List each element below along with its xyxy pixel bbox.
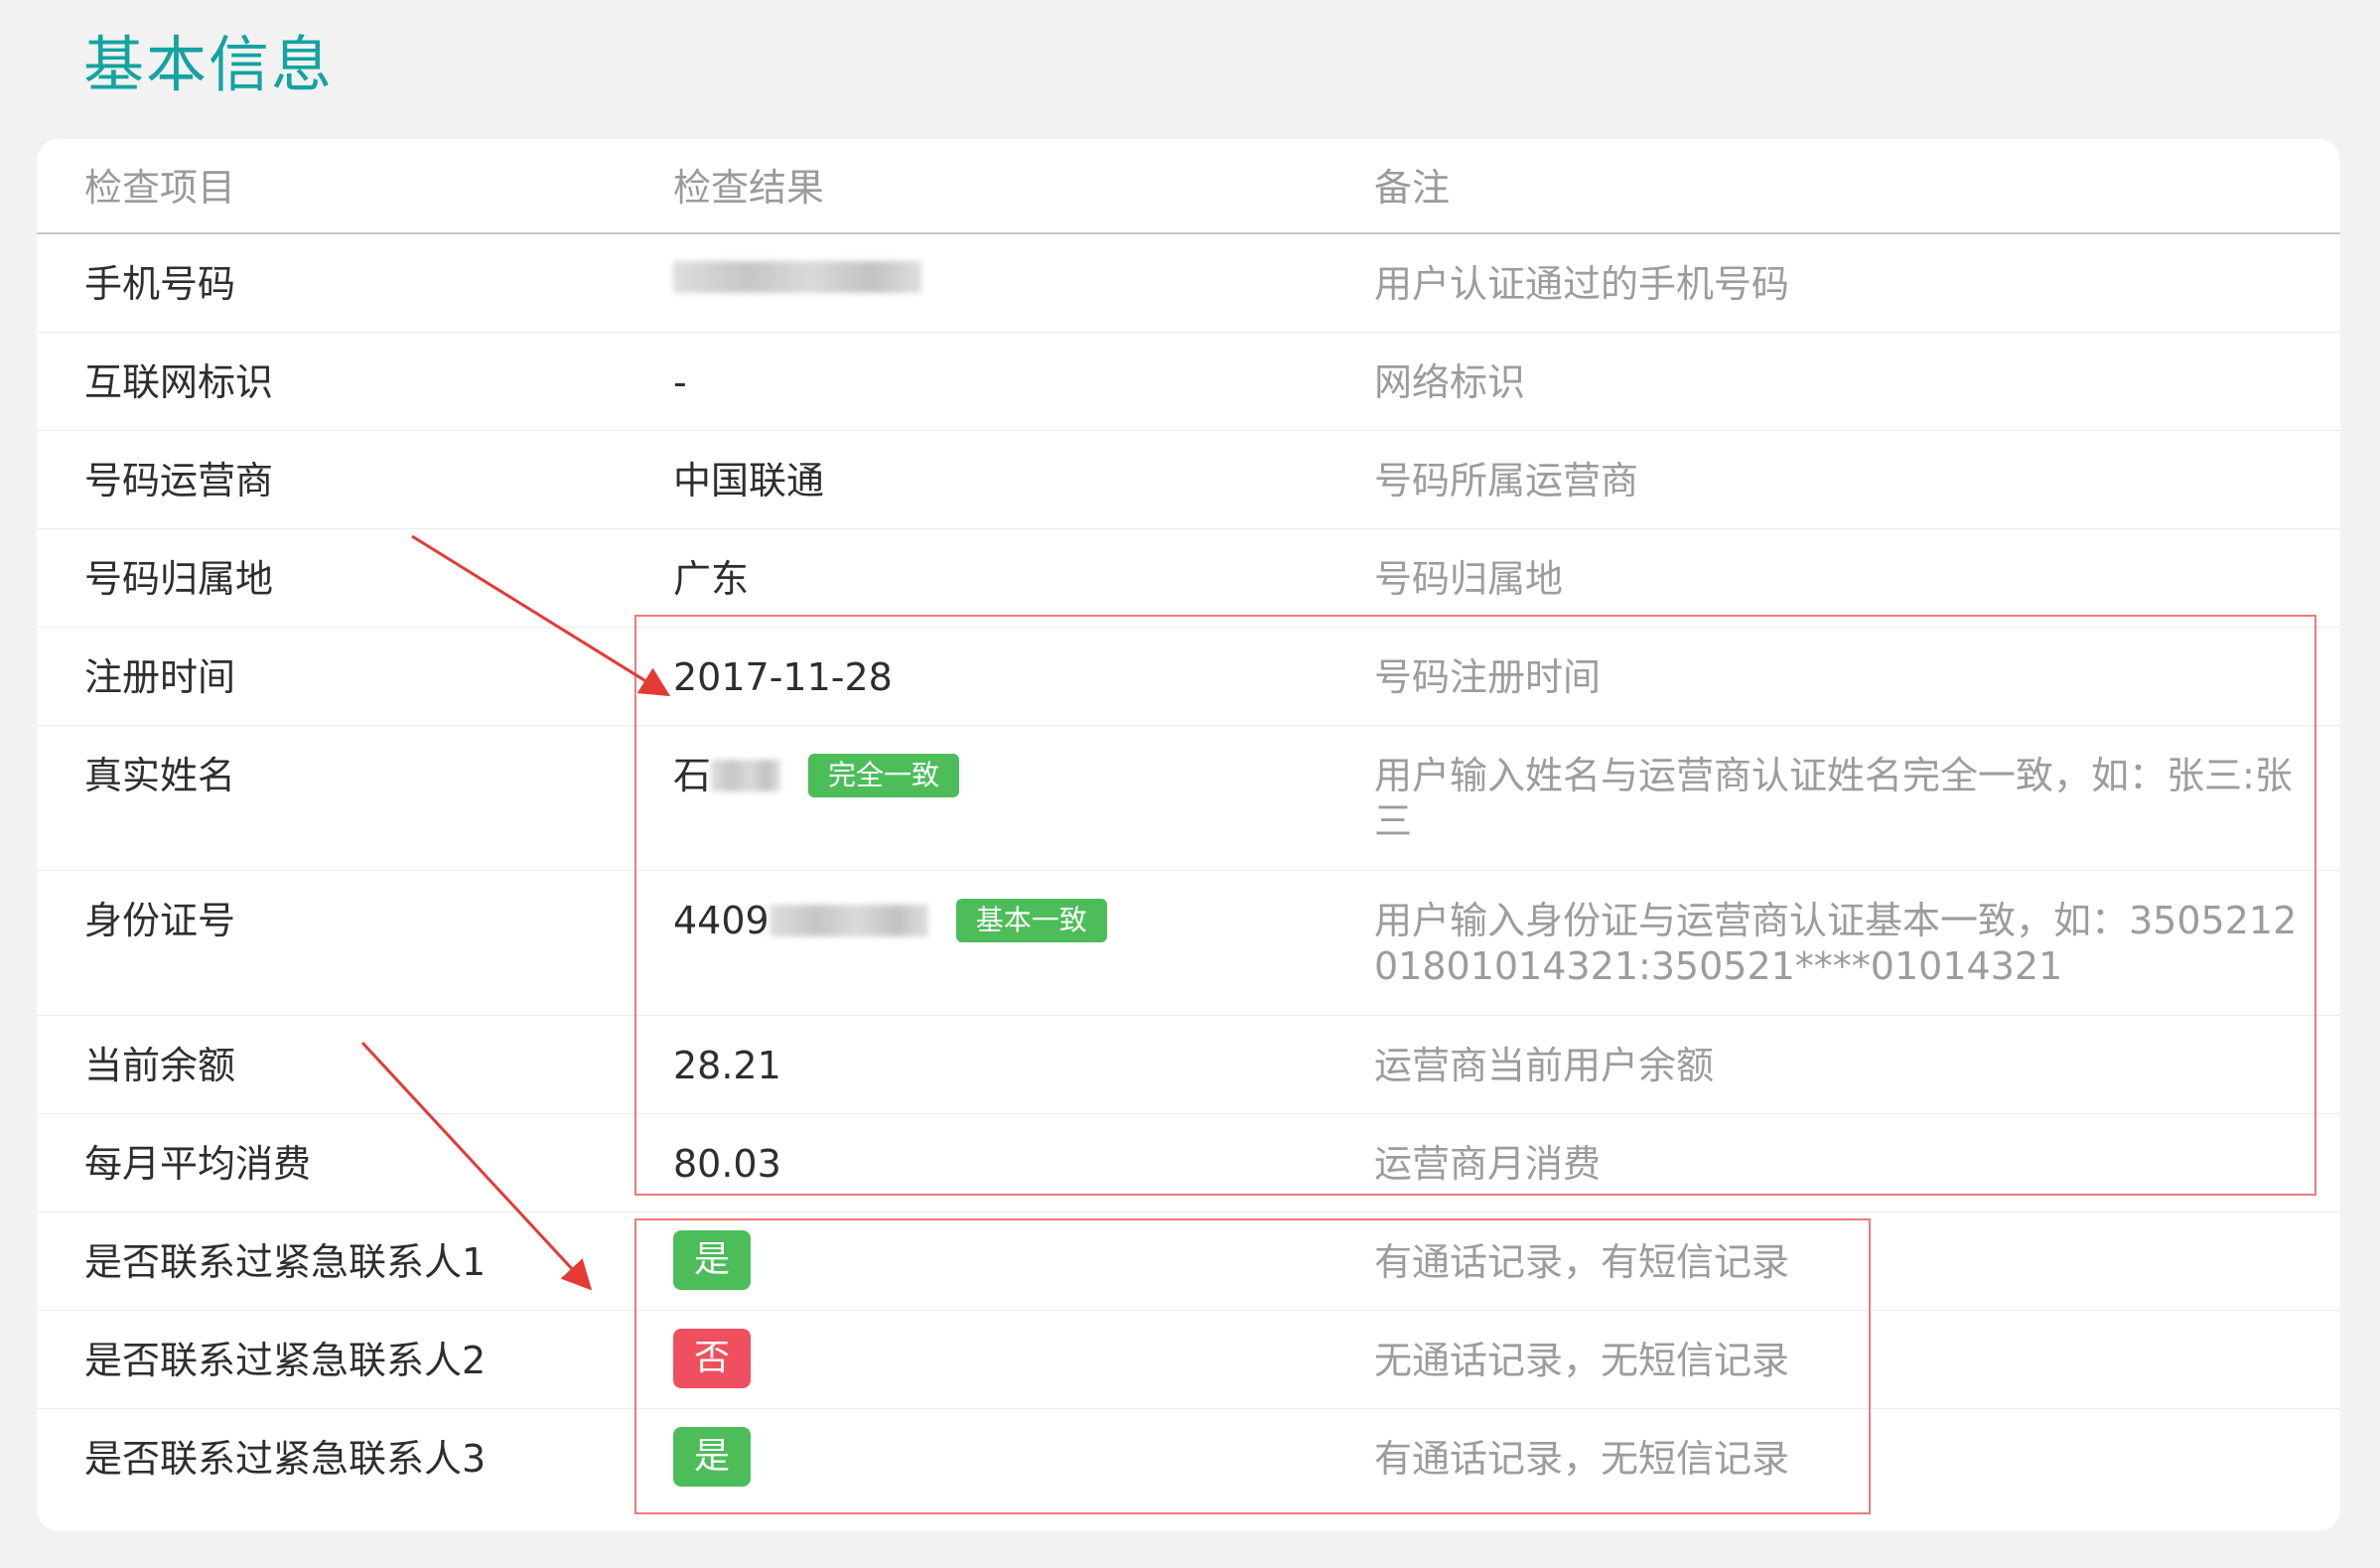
table-row: 注册时间 2017-11-28 号码注册时间: [37, 628, 2340, 726]
row-result: 中国联通: [673, 459, 825, 502]
table-row: 是否联系过紧急联系人3 是 有通话记录，无短信记录: [37, 1409, 2340, 1507]
row-note: 有通话记录，无短信记录: [1374, 1437, 1790, 1481]
row-result: 是: [673, 1427, 751, 1487]
row-result: -: [673, 360, 687, 404]
match-status-badge: 完全一致: [808, 754, 960, 797]
contact-status-yes-badge: 是: [673, 1427, 751, 1487]
row-note: 用户输入姓名与运营商认证姓名完全一致，如：张三:张三: [1374, 754, 2293, 843]
row-result: 2017-11-28: [673, 655, 893, 699]
row-item-label: 互联网标识: [84, 360, 274, 404]
table-row: 是否联系过紧急联系人2 否 无通话记录，无短信记录: [37, 1311, 2340, 1409]
row-result: 80.03: [673, 1142, 781, 1186]
row-result: 石 完全一致: [673, 753, 960, 798]
table-row: 互联网标识 - 网络标识: [37, 333, 2340, 431]
section-title: 基本信息: [83, 30, 335, 100]
row-item-label: 身份证号: [84, 899, 236, 942]
row-note: 号码所属运营商: [1374, 459, 1639, 502]
redacted-phone-number: [673, 261, 921, 293]
row-item-label: 是否联系过紧急联系人3: [84, 1437, 487, 1481]
row-note: 运营商当前用户余额: [1374, 1044, 1715, 1087]
row-note: 有通话记录，有短信记录: [1374, 1240, 1790, 1284]
row-note: 号码注册时间: [1374, 655, 1602, 699]
row-result: 28.21: [673, 1044, 781, 1087]
row-note: 用户认证通过的手机号码: [1374, 262, 1790, 306]
row-note: 号码归属地: [1374, 557, 1564, 601]
row-item-label: 是否联系过紧急联系人2: [84, 1339, 487, 1382]
table-row: 当前余额 28.21 运营商当前用户余额: [37, 1016, 2340, 1114]
table-row: 真实姓名 石 完全一致 用户输入姓名与运营商认证姓名完全一致，如：张三:张三: [37, 726, 2340, 871]
table-row: 号码归属地 广东 号码归属地: [37, 529, 2340, 628]
table-row: 身份证号 4409 基本一致 用户输入身份证与运营商认证基本一致，如：35052…: [37, 871, 2340, 1016]
row-result: 是: [673, 1230, 751, 1290]
row-note: 用户输入身份证与运营商认证基本一致，如：350521201801014321:3…: [1374, 899, 2298, 988]
row-item-label: 每月平均消费: [84, 1142, 312, 1186]
row-note: 网络标识: [1374, 360, 1526, 404]
column-header-check-item: 检查项目: [84, 166, 236, 210]
row-item-label: 号码归属地: [84, 557, 274, 601]
row-item-label: 注册时间: [84, 655, 236, 699]
row-result: 广东: [673, 557, 750, 601]
table-header: 检查项目 检查结果 备注: [37, 139, 2340, 234]
basic-info-table: 检查项目 检查结果 备注 手机号码 用户认证通过的手机号码 互联网标识 - 网络…: [37, 139, 2340, 1531]
column-header-remark: 备注: [1374, 166, 1451, 210]
row-note: 运营商月消费: [1374, 1142, 1602, 1186]
column-header-check-result: 检查结果: [673, 166, 825, 210]
row-item-label: 当前余额: [84, 1044, 236, 1087]
table-row: 是否联系过紧急联系人1 是 有通话记录，有短信记录: [37, 1212, 2340, 1311]
row-item-label: 手机号码: [84, 262, 236, 306]
contact-status-yes-badge: 是: [673, 1230, 751, 1290]
row-item-label: 真实姓名: [84, 754, 236, 797]
table-row: 手机号码 用户认证通过的手机号码: [37, 234, 2340, 333]
row-result: 否: [673, 1329, 751, 1388]
redacted-id-number: [769, 905, 928, 936]
row-note: 无通话记录，无短信记录: [1374, 1339, 1790, 1382]
table-row: 号码运营商 中国联通 号码所属运营商: [37, 431, 2340, 529]
row-result: [673, 261, 921, 293]
row-item-label: 号码运营商: [84, 459, 274, 502]
row-result: 4409 基本一致: [673, 898, 1107, 943]
contact-status-no-badge: 否: [673, 1329, 751, 1388]
redacted-name: [711, 760, 781, 791]
table-row: 每月平均消费 80.03 运营商月消费: [37, 1114, 2340, 1212]
row-item-label: 是否联系过紧急联系人1: [84, 1240, 487, 1284]
match-status-badge: 基本一致: [955, 899, 1107, 942]
